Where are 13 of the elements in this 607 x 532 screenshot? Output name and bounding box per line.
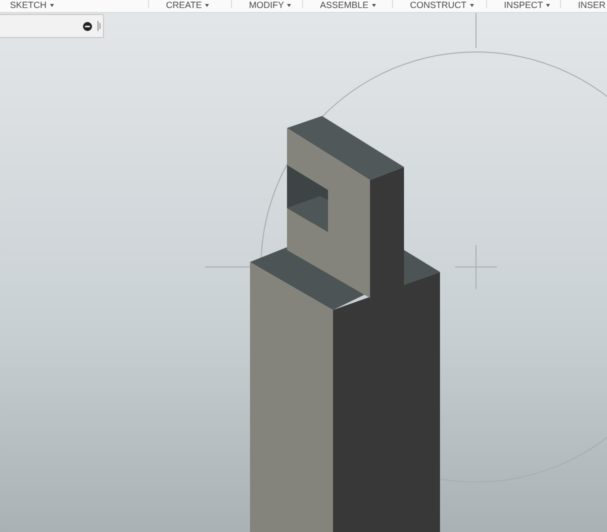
toolbar-menu[interactable]: CONSTRUCT — [410, 0, 474, 11]
caret-icon — [546, 4, 550, 7]
toolbar-menu[interactable]: INSER — [578, 0, 606, 11]
caret-icon — [470, 4, 474, 7]
caret-icon — [204, 4, 209, 7]
toolbar-menu[interactable]: CREATE — [166, 0, 209, 11]
caret-icon — [372, 4, 376, 7]
caret-icon — [287, 4, 291, 7]
caret-icon — [50, 4, 54, 7]
toolbar-menu[interactable]: INSPECT — [504, 0, 550, 11]
toolbar-menu[interactable]: ASSEMBLE — [320, 0, 376, 11]
toolbar-menu[interactable]: SKETCH — [10, 0, 54, 11]
toolbar-menu[interactable]: MODIFY — [249, 0, 291, 11]
